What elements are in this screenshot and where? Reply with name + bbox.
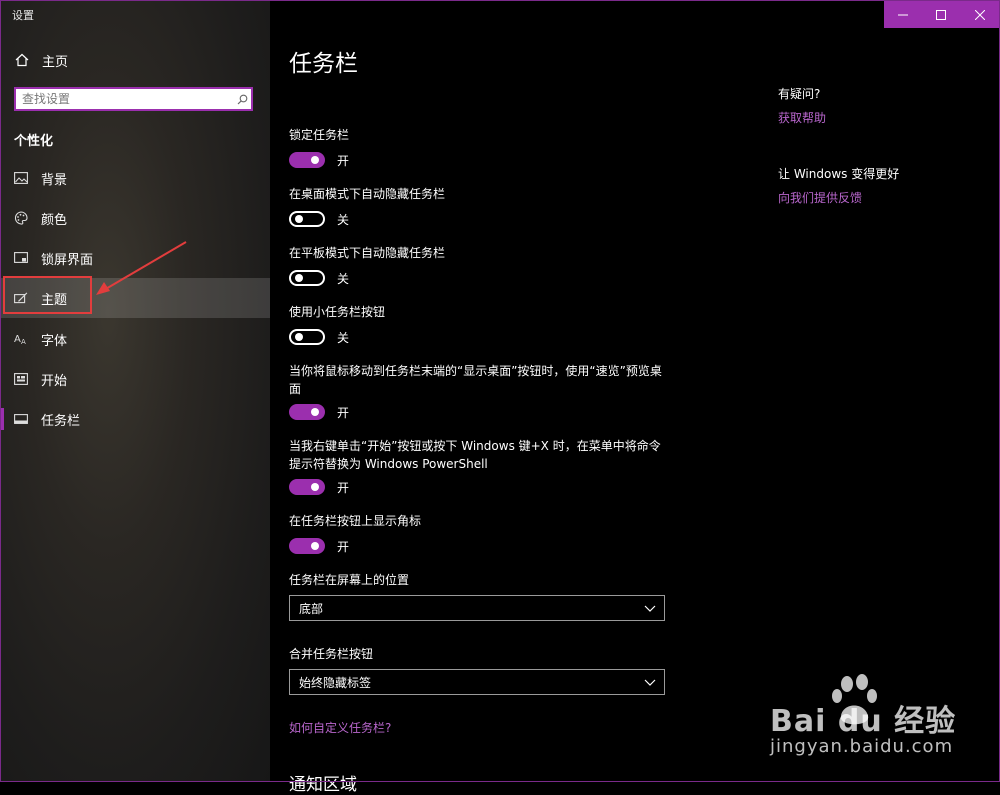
sidebar: 设置 主页 个性化 背景 颜色 锁屏界面 主题 <box>0 0 270 782</box>
toggle-row-small-buttons: 关 <box>289 327 349 347</box>
position-dropdown[interactable]: 底部 <box>289 595 665 621</box>
toggle-state: 开 <box>337 405 350 420</box>
toggle-knob <box>311 483 319 491</box>
nav-home-label: 主页 <box>42 54 69 70</box>
sidebar-item-colors[interactable]: 颜色 <box>0 198 270 238</box>
watermark-brand: Bai du 经验 <box>770 704 957 739</box>
notification-area-heading: 通知区域 <box>289 775 357 795</box>
toggle-switch-lock-taskbar[interactable] <box>289 152 325 168</box>
question-heading: 有疑问? <box>778 87 821 101</box>
toggle-state: 开 <box>337 153 350 168</box>
position-dropdown-value: 底部 <box>299 601 324 616</box>
search-input[interactable] <box>16 90 233 108</box>
maximize-icon <box>936 5 947 24</box>
toggle-row-autohide-desktop: 关 <box>289 209 349 229</box>
toggle-knob <box>295 333 303 341</box>
sidebar-item-label: 任务栏 <box>41 413 81 429</box>
toggle-knob <box>295 274 303 282</box>
setting-label-powershell: 当我右键单击“开始”按钮或按下 Windows 键+X 时，在菜单中将命令提示符… <box>289 439 661 471</box>
toggle-switch-small-buttons[interactable] <box>289 329 325 345</box>
improve-windows-heading: 让 Windows 变得更好 <box>778 167 900 181</box>
minimize-icon <box>898 5 909 24</box>
sidebar-item-fonts[interactable]: AA 字体 <box>0 319 270 359</box>
page-title: 任务栏 <box>289 51 358 77</box>
start-icon <box>13 373 29 385</box>
toggle-state: 开 <box>337 480 350 495</box>
sidebar-item-start[interactable]: 开始 <box>0 359 270 399</box>
setting-label-autohide-desktop: 在桌面模式下自动隐藏任务栏 <box>289 187 446 201</box>
sidebar-item-label: 开始 <box>41 373 68 389</box>
setting-label-autohide-tablet: 在平板模式下自动隐藏任务栏 <box>289 246 446 260</box>
toggle-row-badges: 开 <box>289 536 349 556</box>
toggle-knob <box>311 156 319 164</box>
sidebar-item-label: 背景 <box>41 172 68 188</box>
search-icon[interactable] <box>233 94 251 105</box>
sidebar-item-background[interactable]: 背景 <box>0 158 270 198</box>
toggle-switch-peek[interactable] <box>289 404 325 420</box>
setting-label-badges: 在任务栏按钮上显示角标 <box>289 514 422 528</box>
toggle-state: 开 <box>337 539 350 554</box>
maximize-button[interactable] <box>922 1 960 28</box>
toggle-switch-badges[interactable] <box>289 538 325 554</box>
lock-screen-icon <box>13 252 29 264</box>
sidebar-item-label: 字体 <box>41 333 68 349</box>
palette-icon <box>13 211 29 225</box>
toggle-state: 关 <box>337 271 350 286</box>
sidebar-item-label: 锁屏界面 <box>41 252 94 268</box>
combine-dropdown-value: 始终隐藏标签 <box>299 675 372 690</box>
search-box[interactable] <box>14 87 253 111</box>
toggle-state: 关 <box>337 212 350 227</box>
sidebar-item-themes[interactable]: 主题 <box>0 278 270 318</box>
chevron-down-icon <box>644 605 656 612</box>
nav-home[interactable]: 主页 <box>0 44 270 76</box>
theme-brush-icon <box>13 291 29 305</box>
sidebar-item-lock-screen[interactable]: 锁屏界面 <box>0 238 270 278</box>
toggle-row-peek: 开 <box>289 402 349 422</box>
main-content: 任务栏 锁定任务栏 开 在桌面模式下自动隐藏任务栏 关 在平板模式下自动隐藏任务… <box>289 0 729 795</box>
svg-text:A: A <box>21 338 26 345</box>
toggle-row-lock-taskbar: 开 <box>289 150 349 170</box>
toggle-knob <box>311 408 319 416</box>
setting-label-small-buttons: 使用小任务栏按钮 <box>289 305 386 319</box>
sidebar-item-taskbar[interactable]: 任务栏 <box>0 399 270 439</box>
section-title: 个性化 <box>14 134 54 149</box>
feedback-link[interactable]: 向我们提供反馈 <box>778 189 862 206</box>
home-icon <box>14 53 30 67</box>
toggle-state: 关 <box>337 330 350 345</box>
taskbar-icon <box>13 414 29 424</box>
toggle-row-powershell: 开 <box>289 477 349 497</box>
watermark-url: jingyan.baidu.com <box>770 736 954 757</box>
font-icon: AA <box>13 333 29 345</box>
toggle-knob <box>311 542 319 550</box>
close-button[interactable] <box>961 1 999 28</box>
sidebar-item-label: 颜色 <box>41 212 68 228</box>
setting-label-peek: 当你将鼠标移动到任务栏末端的“显示桌面”按钮时，使用“速览”预览桌面 <box>289 364 662 396</box>
toggle-switch-powershell[interactable] <box>289 479 325 495</box>
get-help-link[interactable]: 获取帮助 <box>778 109 826 126</box>
minimize-button[interactable] <box>884 1 922 28</box>
svg-text:A: A <box>14 334 21 345</box>
titlebar-controls <box>884 1 999 28</box>
chevron-down-icon <box>644 679 656 686</box>
toggle-switch-autohide-desktop[interactable] <box>289 211 325 227</box>
toggle-switch-autohide-tablet[interactable] <box>289 270 325 286</box>
setting-label-lock-taskbar: 锁定任务栏 <box>289 128 350 142</box>
close-icon <box>974 5 986 24</box>
customize-taskbar-link[interactable]: 如何自定义任务栏? <box>289 719 391 736</box>
sidebar-item-label: 主题 <box>41 292 68 308</box>
image-icon <box>13 172 29 184</box>
toggle-knob <box>295 215 303 223</box>
combine-label: 合并任务栏按钮 <box>289 647 374 661</box>
toggle-row-autohide-tablet: 关 <box>289 268 349 288</box>
app-title: 设置 <box>12 9 34 22</box>
position-label: 任务栏在屏幕上的位置 <box>289 573 410 587</box>
combine-dropdown[interactable]: 始终隐藏标签 <box>289 669 665 695</box>
